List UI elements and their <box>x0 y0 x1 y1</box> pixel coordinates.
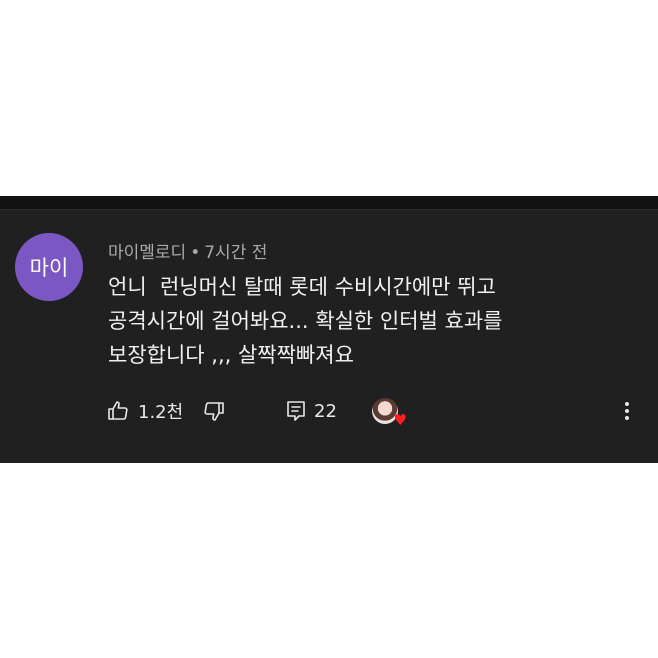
top-divider-bar <box>0 196 658 210</box>
avatar[interactable]: 마이 <box>15 233 83 301</box>
comment-text: 언니 런닝머신 탈때 롯데 수비시간에만 뛰고 공격시간에 걸어봐요... 확실… <box>108 275 503 367</box>
comment-meta: 마이멜로디 • 7시간 전 <box>108 238 267 263</box>
like-button[interactable] <box>106 394 130 428</box>
more-vertical-icon <box>617 399 637 423</box>
author-name[interactable]: 마이멜로디 <box>108 243 186 263</box>
comment-actions: 1.2천 22 ♥ <box>0 394 658 428</box>
dislike-button[interactable] <box>202 394 226 428</box>
page: 마이 마이멜로디 • 7시간 전 언니 런닝머신 탈때 롯데 수비시간에만 뛰고 공… <box>0 0 658 658</box>
avatar-text: 마이 <box>29 256 69 280</box>
thumbs-up-icon <box>106 399 130 423</box>
reply-icon <box>285 399 307 423</box>
creator-avatar: ♥ <box>372 398 407 428</box>
more-options-button[interactable] <box>617 394 637 428</box>
like-count: 1.2천 <box>138 402 184 423</box>
heart-icon: ♥ <box>393 411 407 429</box>
reply-button[interactable] <box>285 394 307 428</box>
comment-time[interactable]: 7시간 전 <box>204 243 267 263</box>
meta-separator: • <box>190 243 201 263</box>
reply-count: 22 <box>314 400 337 422</box>
comment-card: 마이 마이멜로디 • 7시간 전 언니 런닝머신 탈때 롯데 수비시간에만 뛰고 공… <box>0 196 658 463</box>
creator-heart-badge[interactable]: ♥ <box>372 394 407 428</box>
thumbs-down-icon <box>202 399 226 423</box>
